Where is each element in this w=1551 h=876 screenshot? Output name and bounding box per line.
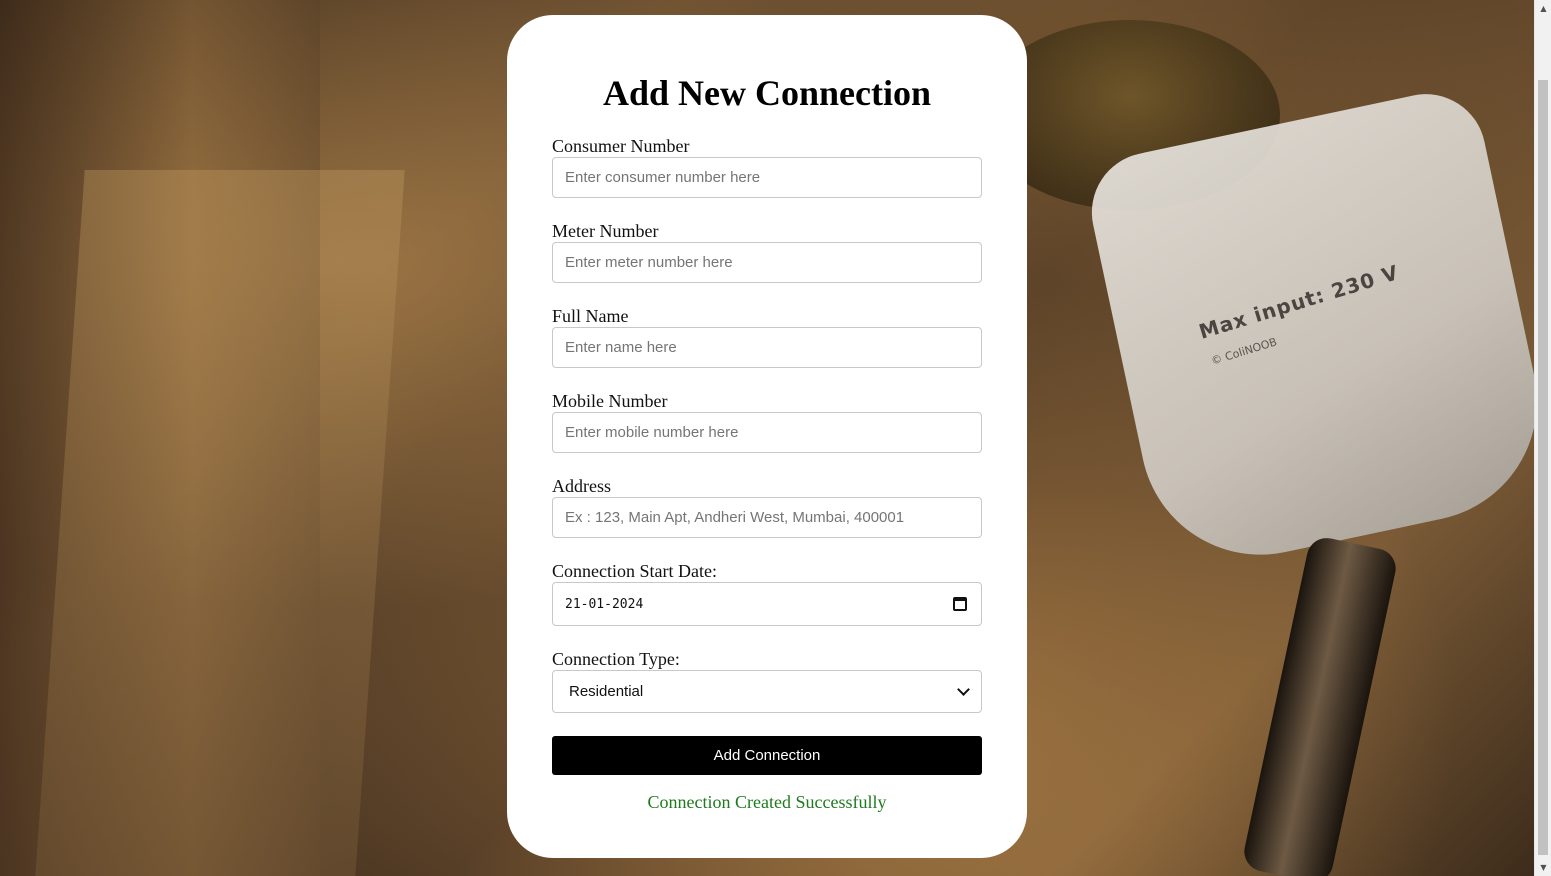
address-input[interactable] xyxy=(552,497,982,538)
add-connection-button[interactable]: Add Connection xyxy=(552,736,982,775)
address-label: Address xyxy=(552,476,611,496)
background-pipe xyxy=(1240,534,1400,876)
success-message: Connection Created Successfully xyxy=(647,792,887,812)
form-title: Add New Connection xyxy=(602,73,932,113)
start-date-input[interactable]: 21-01-2024 xyxy=(552,582,982,626)
mobile-number-group: Mobile Number xyxy=(552,391,982,453)
meter-number-input[interactable] xyxy=(552,242,982,283)
scrollbar-thumb[interactable] xyxy=(1538,80,1548,855)
calendar-icon[interactable] xyxy=(953,597,967,611)
background-box xyxy=(35,170,405,876)
connection-type-select[interactable]: Residential xyxy=(552,670,982,713)
full-name-input[interactable] xyxy=(552,327,982,368)
connection-type-label: Connection Type: xyxy=(552,649,680,669)
chevron-down-icon xyxy=(957,683,970,696)
connection-type-selected: Residential xyxy=(569,683,644,700)
consumer-number-input[interactable] xyxy=(552,157,982,198)
start-date-value: 21-01-2024 xyxy=(565,596,644,612)
page-background: Max input: 230 V © ColiNOOB Add New Conn… xyxy=(0,0,1534,876)
address-group: Address xyxy=(552,476,982,538)
meter-number-group: Meter Number xyxy=(552,221,982,283)
vertical-scrollbar[interactable]: ▲ ▼ xyxy=(1534,0,1551,876)
scroll-down-icon[interactable]: ▼ xyxy=(1535,859,1551,876)
consumer-number-label: Consumer Number xyxy=(552,136,690,156)
connection-form-card: Add New Connection Consumer Number Meter… xyxy=(507,15,1027,858)
meter-number-label: Meter Number xyxy=(552,221,659,241)
connection-type-group: Connection Type: Residential xyxy=(552,649,982,713)
mobile-number-label: Mobile Number xyxy=(552,391,668,411)
background-device xyxy=(1080,83,1534,577)
scroll-up-icon[interactable]: ▲ xyxy=(1535,0,1551,17)
full-name-group: Full Name xyxy=(552,306,982,368)
start-date-label: Connection Start Date: xyxy=(552,561,717,581)
consumer-number-group: Consumer Number xyxy=(552,136,982,198)
mobile-number-input[interactable] xyxy=(552,412,982,453)
start-date-group: Connection Start Date: 21-01-2024 xyxy=(552,561,982,626)
full-name-label: Full Name xyxy=(552,306,629,326)
